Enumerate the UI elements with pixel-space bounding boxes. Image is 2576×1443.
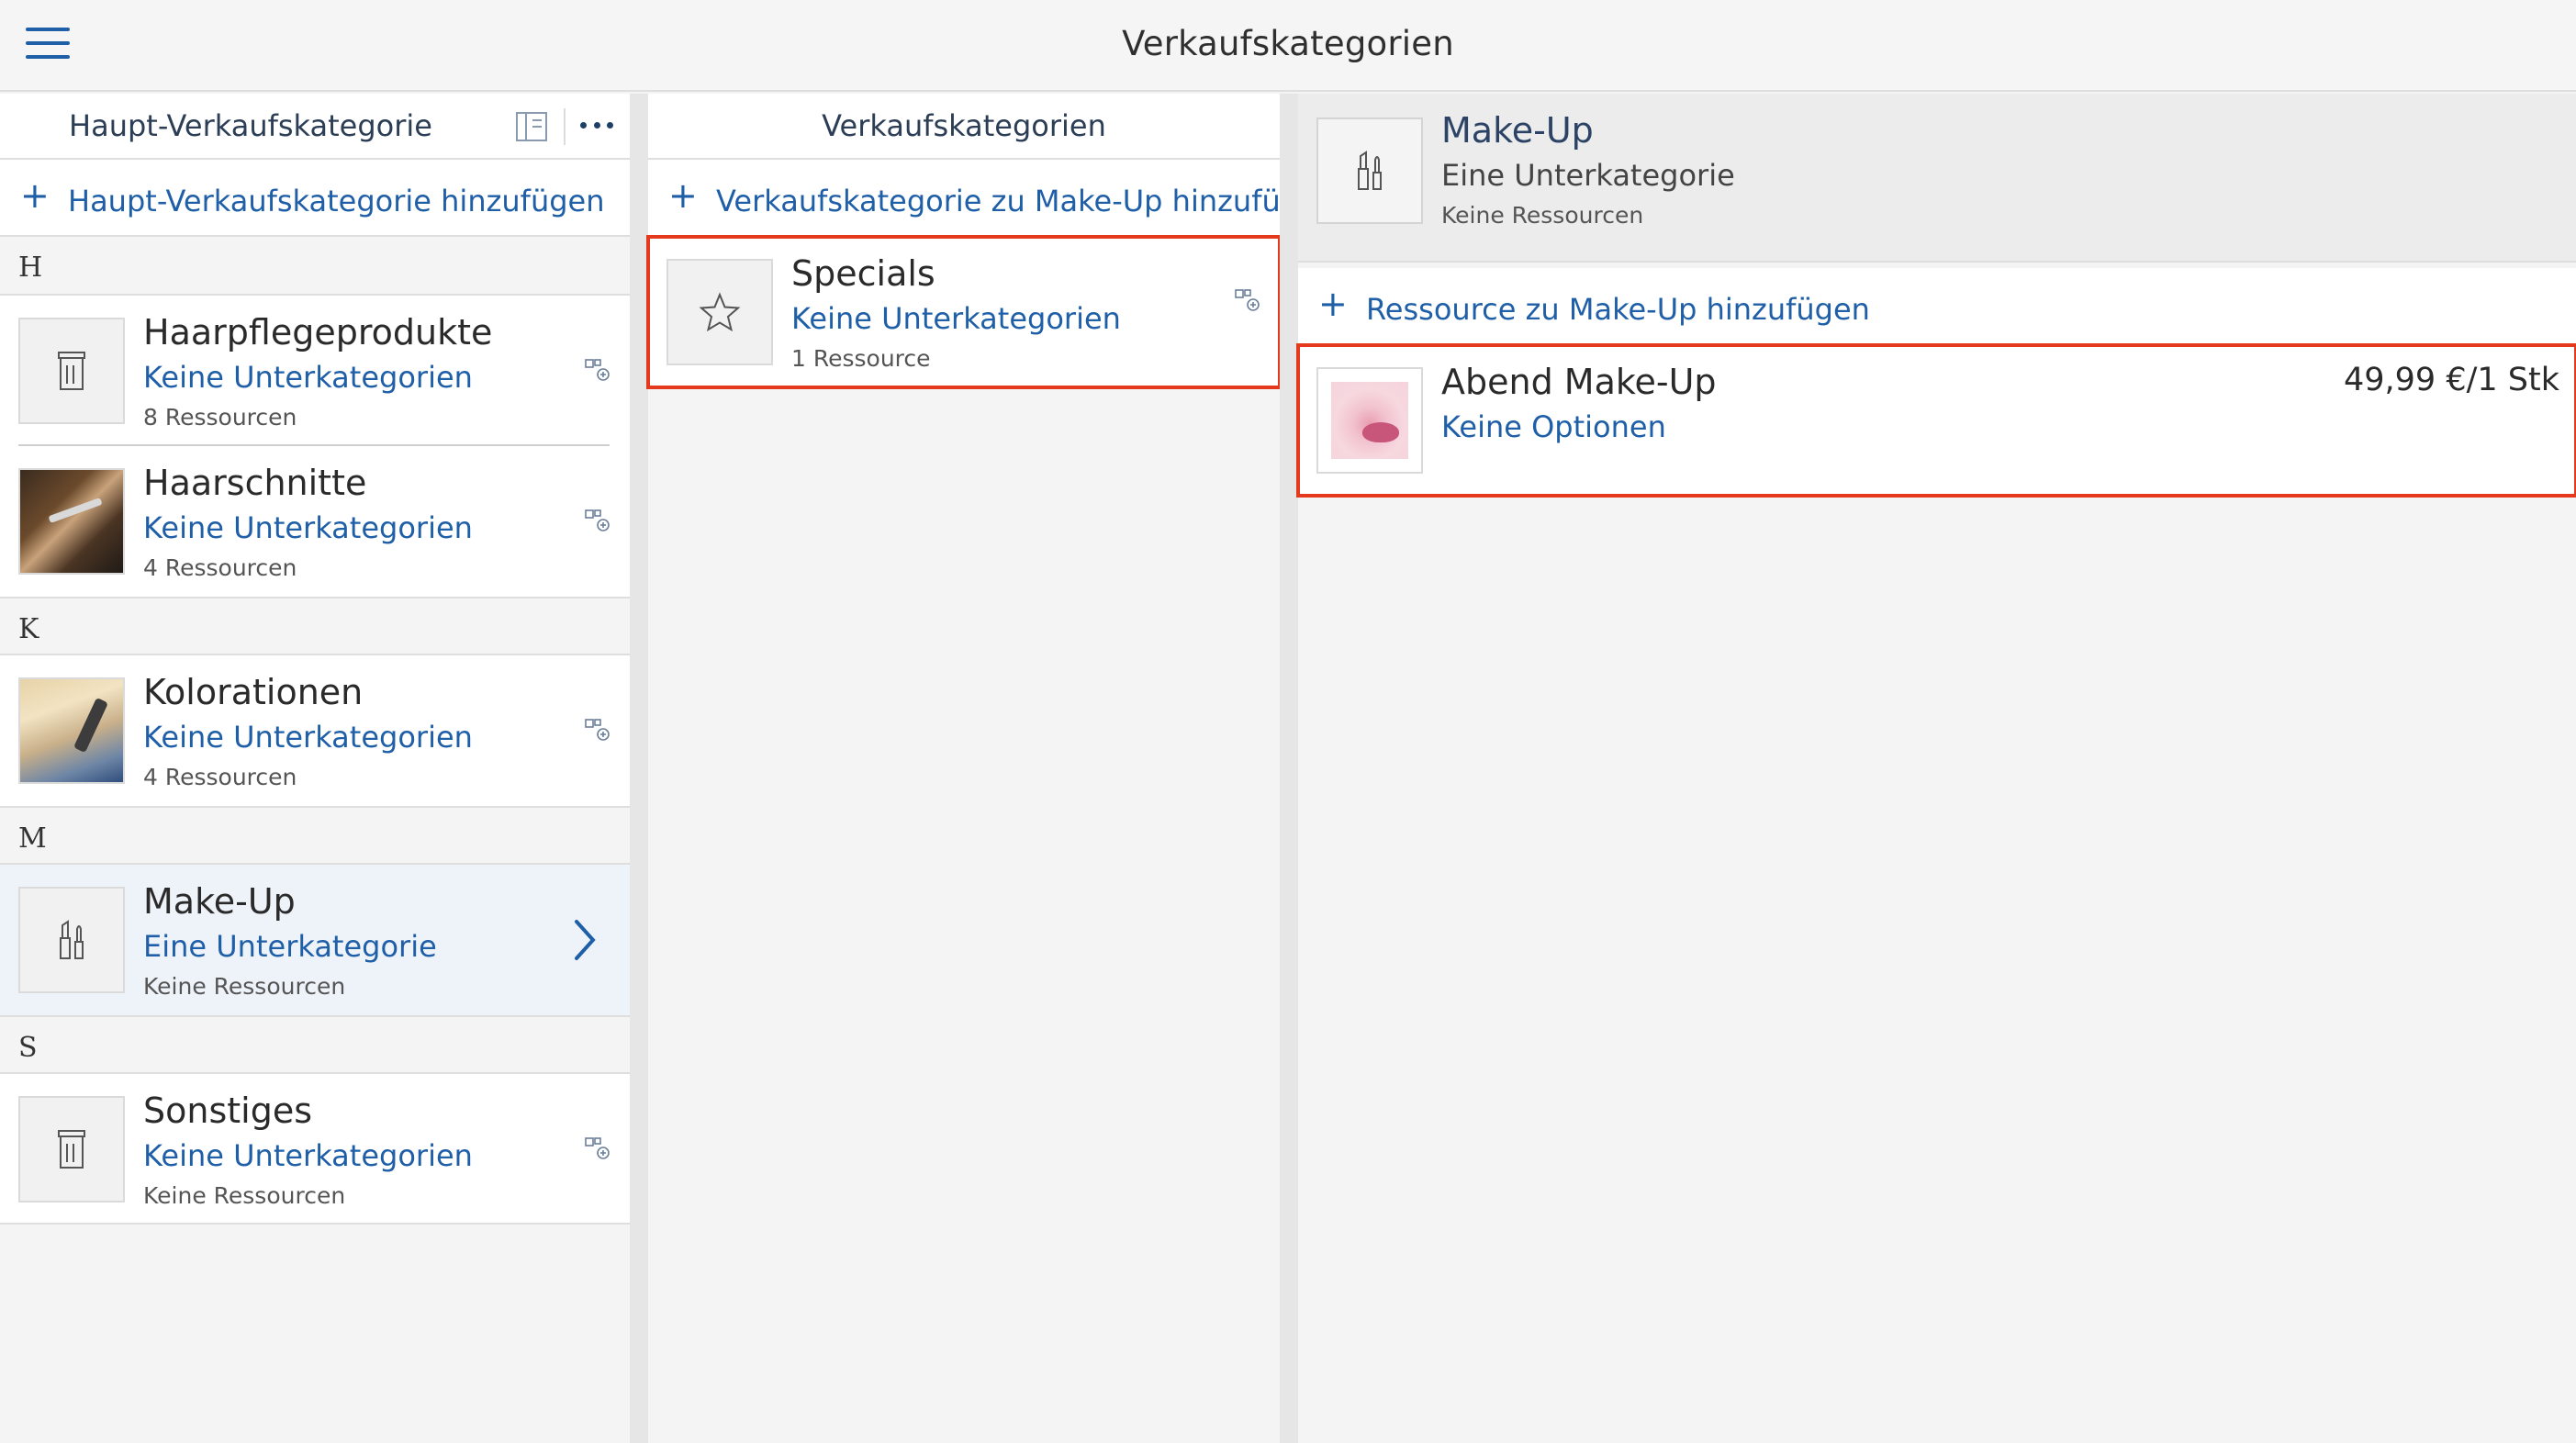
section-header-s: S (0, 1015, 630, 1074)
add-resource-label: Ressource zu Make-Up hinzufügen (1366, 292, 1870, 327)
section-header-k: K (0, 597, 630, 655)
move-icon[interactable] (584, 507, 611, 534)
add-subcategory-label: Verkaufskategorie zu Make-Up hinzufügen (716, 184, 1337, 218)
move-icon[interactable] (584, 356, 611, 384)
section-header-h: H (0, 237, 630, 296)
add-main-category-button[interactable]: + Haupt-Verkaufskategorie hinzufügen (0, 160, 630, 237)
item-title: Haarschnitte (143, 463, 367, 503)
item-subtitle: Keine Unterkategorien (143, 1138, 473, 1173)
resource-item-abend-make-up[interactable]: Abend Make-Up Keine Optionen 49,99 €/1 S… (1296, 343, 2576, 498)
item-subtitle: Keine Unterkategorien (143, 720, 473, 755)
category-detail-header: Make-Up Eine Unterkategorie Keine Ressou… (1298, 94, 2576, 263)
item-title: Abend Make-Up (1441, 362, 1717, 402)
column-header: Haupt-Verkaufskategorie (0, 94, 630, 160)
top-bar: Verkaufskategorien (0, 0, 2576, 92)
item-meta: 1 Ressource (791, 345, 931, 372)
item-subtitle: Keine Unterkategorien (143, 510, 473, 545)
category-item-make-up[interactable]: Make-Up Eine Unterkategorie Keine Ressou… (0, 865, 630, 1015)
add-main-category-label: Haupt-Verkaufskategorie hinzufügen (68, 184, 605, 218)
makeup-icon (18, 887, 125, 993)
subcategory-column: Verkaufskategorien + Verkaufskategorie z… (646, 94, 1336, 1443)
more-options-icon[interactable] (580, 116, 613, 134)
category-item-haarpflegeprodukte[interactable]: Haarpflegeprodukte Keine Unterkategorien… (0, 296, 630, 446)
item-title: Specials (791, 253, 935, 294)
item-title: Kolorationen (143, 672, 364, 712)
star-icon (666, 259, 773, 365)
category-item-sonstiges[interactable]: Sonstiges Keine Unterkategorien Keine Re… (0, 1074, 630, 1225)
plus-icon: + (20, 175, 50, 216)
header-divider (564, 108, 566, 145)
item-subtitle: Keine Optionen (1441, 409, 1666, 444)
add-resource-button[interactable]: + Ressource zu Make-Up hinzufügen (1298, 268, 2576, 345)
product-icon (18, 1096, 125, 1202)
detail-title: Make-Up (1441, 110, 1594, 151)
add-subcategory-button[interactable]: + Verkaufskategorie zu Make-Up hinzufüge… (648, 160, 1336, 237)
section-header-m: M (0, 806, 630, 865)
item-meta: 8 Ressourcen (143, 404, 297, 431)
item-title: Haarpflegeprodukte (143, 312, 493, 352)
move-icon[interactable] (584, 716, 611, 744)
item-meta: 4 Ressourcen (143, 554, 297, 581)
detail-subtitle: Eine Unterkategorie (1441, 158, 1735, 193)
item-subtitle: Eine Unterkategorie (143, 929, 437, 964)
split-view-icon[interactable] (516, 112, 547, 141)
makeup-icon (1316, 117, 1423, 224)
subcategory-item-specials[interactable]: Specials Keine Unterkategorien 1 Ressour… (646, 235, 1282, 389)
product-icon (18, 318, 125, 424)
item-meta: Keine Ressourcen (143, 973, 346, 1000)
item-title: Make-Up (143, 881, 296, 922)
column-separator (630, 94, 648, 1443)
move-icon[interactable] (584, 1135, 611, 1162)
column-title: Verkaufskategorien (822, 108, 1106, 143)
item-price: 49,99 €/1 Stk (2344, 362, 2559, 398)
item-meta: 4 Ressourcen (143, 764, 297, 790)
category-image (18, 468, 125, 575)
plus-icon: + (668, 175, 698, 216)
category-item-kolorationen[interactable]: Kolorationen Keine Unterkategorien 4 Res… (0, 655, 630, 806)
page-title: Verkaufskategorien (1122, 24, 1454, 63)
category-item-haarschnitte[interactable]: Haarschnitte Keine Unterkategorien 4 Res… (0, 446, 630, 597)
category-image (18, 677, 125, 784)
item-title: Sonstiges (143, 1091, 313, 1131)
column-title: Haupt-Verkaufskategorie (69, 108, 432, 143)
item-meta: Keine Ressourcen (143, 1182, 346, 1209)
resource-column: Make-Up Eine Unterkategorie Keine Ressou… (1296, 94, 2576, 1443)
column-separator (1280, 94, 1298, 1443)
resource-image (1316, 367, 1423, 474)
chevron-right-icon (575, 920, 596, 960)
detail-meta: Keine Ressourcen (1441, 202, 1644, 229)
plus-icon: + (1318, 284, 1348, 324)
item-subtitle: Keine Unterkategorien (143, 360, 473, 395)
main-category-column: Haupt-Verkaufskategorie + Haupt-Verkaufs… (0, 94, 630, 1443)
item-subtitle: Keine Unterkategorien (791, 301, 1121, 336)
column-header: Verkaufskategorien (648, 94, 1280, 160)
move-icon[interactable] (1234, 286, 1261, 314)
